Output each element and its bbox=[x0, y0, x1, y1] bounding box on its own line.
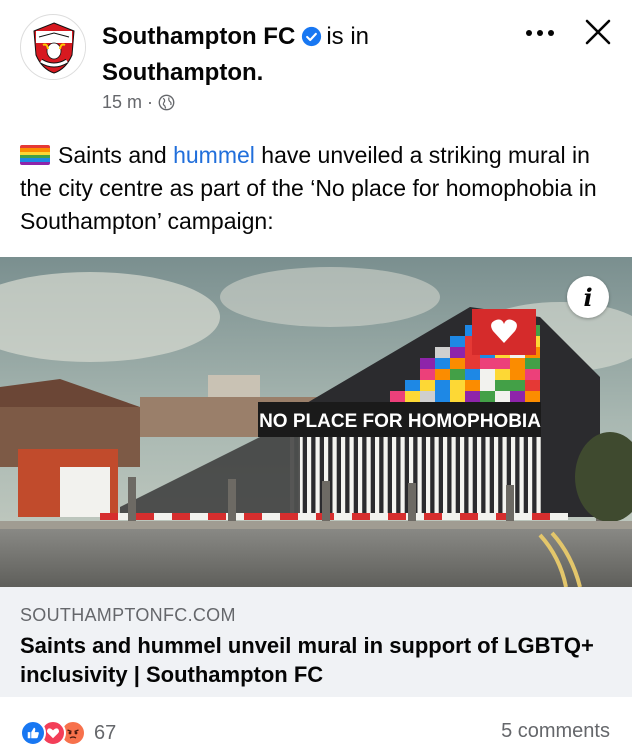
info-icon[interactable]: i bbox=[567, 276, 609, 318]
page-avatar[interactable] bbox=[20, 14, 86, 80]
saints-crest-logo bbox=[22, 16, 85, 79]
post-time[interactable]: 15 m bbox=[102, 92, 142, 113]
hummel-link[interactable]: hummel bbox=[173, 142, 255, 168]
post-text: Saints and hummel have unveiled a striki… bbox=[20, 139, 620, 238]
reaction-count: 67 bbox=[94, 721, 117, 744]
post-author-line: Southampton FC is in bbox=[102, 22, 369, 52]
post-header: Southampton FC is in Southampton. 15 m · bbox=[0, 0, 632, 120]
mural-sign-text: NO PLACE FOR HOMOPHOBIA bbox=[259, 411, 541, 432]
rainbow-flag-icon bbox=[20, 145, 50, 165]
mural-photo: NO PLACE FOR HOMOPHOBIA bbox=[0, 257, 632, 587]
link-domain: SOUTHAMPTONFC.COM bbox=[20, 605, 236, 625]
post-meta: 15 m · bbox=[102, 92, 175, 113]
page-name[interactable]: Southampton FC bbox=[102, 23, 295, 50]
location-link[interactable]: Southampton. bbox=[102, 58, 263, 88]
more-dots-icon bbox=[526, 30, 554, 36]
close-button[interactable] bbox=[578, 14, 618, 50]
link-title: Saints and hummel unveil mural in suppor… bbox=[20, 633, 594, 687]
verified-badge-icon bbox=[302, 26, 322, 47]
like-reaction-icon bbox=[20, 720, 46, 746]
meta-separator: · bbox=[147, 92, 154, 112]
comments-count-link[interactable]: 5 comments bbox=[501, 720, 610, 743]
more-options-button[interactable] bbox=[522, 18, 558, 48]
link-preview-footer[interactable]: SOUTHAMPTONFC.COM Saints and hummel unve… bbox=[0, 587, 632, 697]
close-icon bbox=[585, 19, 611, 45]
is-in-text: is in bbox=[326, 23, 369, 50]
reactions-summary[interactable]: 67 bbox=[20, 718, 116, 748]
link-preview-image[interactable]: NO PLACE FOR HOMOPHOBIA bbox=[0, 257, 632, 587]
post-text-before: Saints and bbox=[58, 142, 174, 168]
globe-icon bbox=[158, 94, 175, 111]
